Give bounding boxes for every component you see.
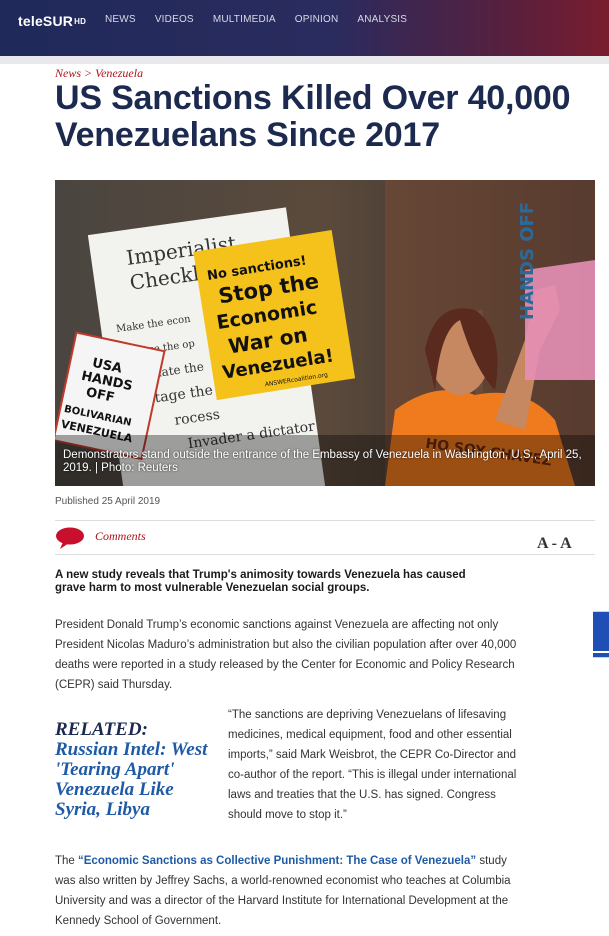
study-link[interactable]: “Economic Sanctions as Collective Punish… [78,855,476,867]
article-quote-paragraph: “The sanctions are depriving Venezuelans… [228,709,517,821]
banner-text: HANDS OFF [517,202,538,320]
nav-videos[interactable]: VIDEOS [155,14,194,25]
article-title: US Sanctions Killed Over 40,000 Venezuel… [55,79,571,154]
side-share-tab[interactable] [593,611,609,658]
article-lead: A new study reveals that Trump's animosi… [55,569,466,594]
comments-bubble-icon[interactable] [55,527,85,549]
photo-caption: Demonstrators stand outside the entrance… [63,449,582,474]
related-link[interactable]: Russian Intel: West 'Tearing Apart' Vene… [55,740,215,820]
nav-multimedia[interactable]: MULTIMEDIA [213,14,276,25]
nav-news[interactable]: NEWS [105,14,136,25]
comments-link[interactable]: Comments [95,529,146,544]
nav-opinion[interactable]: OPINION [295,14,339,25]
related-label: RELATED: [55,719,148,740]
divider [55,520,595,521]
nav-analysis[interactable]: ANALYSIS [357,14,407,25]
related-box: RELATED: Russian Intel: West 'Tearing Ap… [55,720,215,820]
logo-hd-suffix: HD [74,17,87,26]
main-nav: NEWS VIDEOS MULTIMEDIA OPINION ANALYSIS [105,14,426,25]
protest-photo-illustration: Imperialist Checklist Make the econ Fina… [55,180,595,486]
font-size-label: A - A [537,535,572,552]
telesur-logo[interactable]: teleSURHD [18,13,86,29]
article-paragraph: The “Economic Sanctions as Collective Pu… [55,851,525,931]
logo-text: teleSUR [18,13,74,29]
article-paragraph: President Donald Trump’s economic sancti… [55,619,517,691]
article-photo: Imperialist Checklist Make the econ Fina… [55,180,595,486]
yellow-protest-sign: No sanctions! Stop the Economic War on V… [193,230,356,401]
font-size-control[interactable]: A - A [537,535,572,553]
paragraph-prefix: The [55,855,79,867]
top-navigation-bar: teleSURHD NEWS VIDEOS MULTIMEDIA OPINION… [0,0,609,56]
subheader-strip [0,56,609,64]
published-date: Published 25 April 2019 [55,496,161,507]
divider [55,554,595,555]
